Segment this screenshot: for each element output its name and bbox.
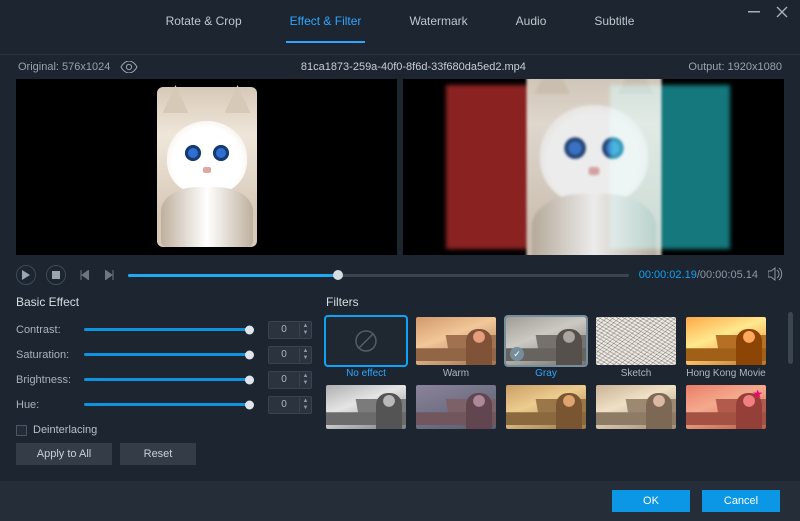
tab-watermark[interactable]: Watermark [409,14,467,42]
footer: OK Cancel [0,481,800,521]
reset-button[interactable]: Reset [120,443,196,465]
filter-unnamed-9[interactable] [596,385,676,429]
total-time: /00:00:05.14 [697,269,758,281]
contrast-value: 0 [269,324,299,335]
filter-hong-kong-movie[interactable]: Hong Kong Movie [686,317,766,381]
filter-unnamed-6[interactable] [326,385,406,429]
transport-bar: 00:00:02.19/00:00:05.14 [0,255,800,291]
seek-handle[interactable] [333,270,343,280]
saturation-value: 0 [269,349,299,360]
cancel-button[interactable]: Cancel [702,490,780,512]
check-icon: ✓ [510,347,524,361]
filter-unnamed-8[interactable] [506,385,586,429]
hue-up-icon[interactable]: ▲ [300,398,311,405]
brightness-down-icon[interactable]: ▼ [300,380,311,387]
deinterlacing-checkbox[interactable] [16,425,27,436]
next-frame-button[interactable] [102,267,118,283]
hue-label: Hue: [16,399,84,411]
tab-subtitle[interactable]: Subtitle [594,14,634,42]
volume-icon[interactable] [768,267,784,284]
filter-label-noeffect: No effect [326,365,406,381]
ok-button[interactable]: OK [612,490,690,512]
prev-frame-button[interactable] [76,267,92,283]
contrast-up-icon[interactable]: ▲ [300,323,311,330]
saturation-label: Saturation: [16,349,84,361]
tab-audio[interactable]: Audio [516,14,547,42]
filter-gray[interactable]: ✓ Gray [506,317,586,381]
basic-effect-title: Basic Effect [16,295,312,309]
scrollbar-thumb[interactable] [788,312,793,364]
filter-label-gray: Gray [506,365,586,381]
brightness-spinner[interactable]: 0 ▲▼ [268,371,312,389]
minimize-button[interactable] [744,4,764,20]
filter-no-effect[interactable]: No effect [326,317,406,381]
no-effect-icon [353,328,379,354]
preview-visibility-icon[interactable] [120,61,138,73]
contrast-down-icon[interactable]: ▼ [300,330,311,337]
brightness-slider[interactable] [84,378,250,381]
filter-warm[interactable]: Warm [416,317,496,381]
saturation-spinner[interactable]: 0 ▲▼ [268,346,312,364]
basic-effect-panel: Basic Effect Contrast: 0 ▲▼ Saturation: … [16,295,312,465]
hue-value: 0 [269,399,299,410]
filter-unnamed-10[interactable] [686,385,766,429]
hue-down-icon[interactable]: ▼ [300,405,311,412]
saturation-up-icon[interactable]: ▲ [300,348,311,355]
saturation-slider[interactable] [84,353,250,356]
original-dimensions: Original: 576x1024 [18,61,110,73]
output-dimensions: Output: 1920x1080 [688,61,782,73]
main-tabs: Rotate & Crop Effect & Filter Watermark … [0,0,800,55]
contrast-spinner[interactable]: 0 ▲▼ [268,321,312,339]
stop-button[interactable] [46,265,66,285]
original-preview [16,79,397,255]
tab-effect-filter[interactable]: Effect & Filter [290,14,362,42]
play-button[interactable] [16,265,36,285]
filters-title: Filters [326,295,784,309]
apply-to-all-button[interactable]: Apply to All [16,443,112,465]
contrast-slider[interactable] [84,328,250,331]
tab-rotate-crop[interactable]: Rotate & Crop [166,14,242,42]
hue-slider[interactable] [84,403,250,406]
filter-unnamed-7[interactable] [416,385,496,429]
filename-label: 81ca1873-259a-40f0-8f6d-33f680da5ed2.mp4 [138,61,688,73]
brightness-label: Brightness: [16,374,84,386]
output-preview [403,79,784,255]
deinterlacing-label: Deinterlacing [33,424,97,436]
filters-panel: Filters No effect Warm ✓ Gray Sketch [326,295,784,465]
preview-image [157,87,257,247]
brightness-value: 0 [269,374,299,385]
filter-label-sketch: Sketch [596,365,676,381]
current-time: 00:00:02.19 [639,269,697,281]
preview-area [0,79,800,255]
seek-slider[interactable] [128,274,629,277]
close-button[interactable] [772,4,792,20]
saturation-down-icon[interactable]: ▼ [300,355,311,362]
info-bar: Original: 576x1024 81ca1873-259a-40f0-8f… [0,55,800,79]
hue-spinner[interactable]: 0 ▲▼ [268,396,312,414]
filters-scrollbar[interactable] [788,312,794,430]
filter-sketch[interactable]: Sketch [596,317,676,381]
filter-label-hkm: Hong Kong Movie [686,365,766,381]
filter-label-warm: Warm [416,365,496,381]
brightness-up-icon[interactable]: ▲ [300,373,311,380]
contrast-label: Contrast: [16,324,84,336]
